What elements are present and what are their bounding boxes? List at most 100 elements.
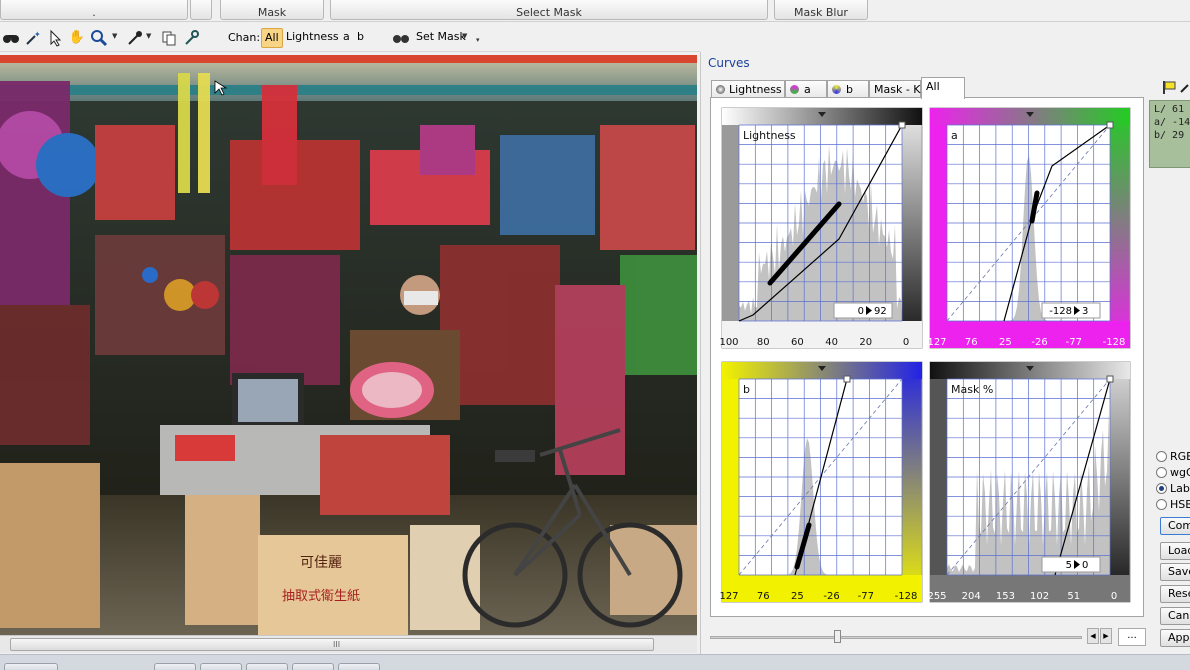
axis-tick-label: 127 bbox=[927, 337, 946, 348]
group-mask-label: Mask bbox=[257, 6, 287, 19]
curves-slider-knob[interactable] bbox=[834, 630, 841, 643]
io-input-value: 5 bbox=[1066, 560, 1072, 571]
load-button[interactable]: Load bbox=[1160, 542, 1190, 560]
taskbar bbox=[0, 654, 1190, 670]
readout-a: a/ -14 bbox=[1154, 117, 1190, 128]
chart-left-strip bbox=[930, 125, 947, 321]
axis-tick-label: 100 bbox=[719, 337, 738, 348]
taskbar-tab-2[interactable] bbox=[154, 663, 196, 670]
axis-tick-label: 40 bbox=[825, 337, 838, 348]
channel-lightness-button[interactable]: Lightness bbox=[283, 28, 342, 48]
axis-tick-label: 204 bbox=[962, 591, 981, 602]
readout-l: L/ 61 bbox=[1154, 104, 1185, 115]
chart-left-strip bbox=[930, 379, 947, 575]
channel-all-button[interactable]: All bbox=[261, 28, 283, 48]
group-select-mask-label: Select Mask bbox=[516, 6, 582, 19]
axis-tick-label: 51 bbox=[1067, 591, 1080, 602]
image-scroll-thumb[interactable]: III bbox=[10, 638, 654, 651]
curves-graphs[interactable]: Lightness 100 80 60 40 20 0 0 92 a 127 76 25 -26 -77 -1… bbox=[711, 98, 1145, 618]
radio-lab[interactable]: Lab bbox=[1156, 482, 1190, 497]
tab-a[interactable]: a bbox=[785, 80, 827, 98]
slider-value-box[interactable]: ... bbox=[1118, 628, 1146, 646]
taskbar-tab-4[interactable] bbox=[246, 663, 288, 670]
apply-button[interactable]: Apply bbox=[1160, 629, 1190, 647]
axis-tick-label: -77 bbox=[858, 591, 874, 602]
curve-endpoint bbox=[1106, 121, 1114, 129]
color-readout: L/ 61 a/ -14 b/ 29 bbox=[1149, 100, 1190, 168]
taskbar-tab-5[interactable] bbox=[292, 663, 334, 670]
wrench-tool-icon[interactable] bbox=[182, 29, 200, 47]
magic-wand-icon[interactable]: ✦ bbox=[24, 29, 42, 47]
axis-tick-label: -26 bbox=[1031, 337, 1047, 348]
group-mask-blur[interactable]: Mask Blur bbox=[774, 0, 868, 20]
image-canvas[interactable]: 抽取式衛生紙 可佳麗 bbox=[0, 55, 697, 635]
group-select-mask[interactable]: Select Mask bbox=[330, 0, 768, 20]
zoom-magnifier-icon[interactable] bbox=[90, 29, 108, 47]
tab-all[interactable]: All bbox=[921, 77, 965, 99]
radio-rgb[interactable]: RGB bbox=[1156, 450, 1190, 465]
comp-button[interactable]: Comp bbox=[1160, 517, 1190, 535]
curves-slider[interactable] bbox=[710, 630, 1082, 644]
axis-tick-label: -77 bbox=[1066, 337, 1082, 348]
axis-tick-label: 102 bbox=[1030, 591, 1049, 602]
copy-pages-icon[interactable] bbox=[160, 29, 178, 47]
image-horizontal-scrollbar[interactable]: III bbox=[0, 635, 697, 653]
flag-icon[interactable] bbox=[1162, 80, 1176, 94]
taskbar-tab-3[interactable] bbox=[200, 663, 242, 670]
group-first[interactable]: . bbox=[0, 0, 188, 20]
readout-b: b/ 29 bbox=[1154, 130, 1185, 141]
set-mask-dropdown-icon[interactable]: ▼ bbox=[462, 32, 470, 40]
reset-button[interactable]: Reset bbox=[1160, 585, 1190, 603]
tab-b[interactable]: b bbox=[827, 80, 869, 98]
curve-endpoint bbox=[898, 121, 906, 129]
axis-tick-label: 20 bbox=[859, 337, 872, 348]
channel-b-button[interactable]: b bbox=[354, 28, 367, 48]
arrow-pointer-icon[interactable] bbox=[46, 29, 64, 47]
axis-tick-label: 76 bbox=[757, 591, 770, 602]
hand-pan-icon[interactable]: ✋ bbox=[68, 29, 86, 47]
radio-wgg[interactable]: wgG bbox=[1156, 466, 1190, 481]
taskbar-tab-6[interactable] bbox=[338, 663, 380, 670]
axis-tick-label: 127 bbox=[719, 591, 738, 602]
axis-tick-label: 80 bbox=[757, 337, 770, 348]
radio-hsb[interactable]: HSB bbox=[1156, 498, 1190, 513]
curves-dialog: Curves Lightness a b Mask - K All Lightn… bbox=[700, 52, 1190, 654]
mask-binoculars-icon[interactable] bbox=[392, 29, 410, 47]
eyedropper-small-icon[interactable] bbox=[1179, 80, 1190, 94]
axis-tick-label: -128 bbox=[1103, 337, 1126, 348]
axis-tick-label: 76 bbox=[965, 337, 978, 348]
tab-mask-k[interactable]: Mask - K bbox=[869, 80, 921, 98]
tab-lightness[interactable]: Lightness bbox=[711, 80, 785, 98]
chart-left-strip bbox=[722, 379, 739, 575]
image-toolbar: ✦ ✋ ▼ ▼ Chan: All Lightness a b Set Mask… bbox=[0, 24, 700, 52]
chart-label: b bbox=[743, 383, 750, 396]
io-output-value: 3 bbox=[1082, 306, 1088, 317]
axis-tick-label: -26 bbox=[823, 591, 839, 602]
group-mask[interactable]: Mask bbox=[220, 0, 324, 20]
taskbar-tab-1[interactable] bbox=[4, 663, 58, 670]
binoculars-icon[interactable] bbox=[2, 29, 20, 47]
eyedropper-icon[interactable] bbox=[126, 29, 144, 47]
set-mask-button[interactable]: Set Mask bbox=[413, 28, 469, 48]
save-button[interactable]: Save bbox=[1160, 563, 1190, 581]
chart-left-strip bbox=[722, 125, 739, 321]
cancel-button[interactable]: Cancel bbox=[1160, 607, 1190, 625]
axis-tick-label: 153 bbox=[996, 591, 1015, 602]
app-window: . Mask Select Mask Mask Blur ✦ ✋ ▼ ▼ Cha… bbox=[0, 0, 1190, 670]
curve-chart-0: Lightness 100 80 60 40 20 0 0 92 bbox=[719, 107, 923, 349]
svg-text:可佳麗: 可佳麗 bbox=[300, 555, 342, 571]
axis-tick-label: 0 bbox=[1111, 591, 1117, 602]
curve-endpoint bbox=[843, 375, 851, 383]
zoom-dropdown-icon[interactable]: ▼ bbox=[112, 32, 120, 40]
curve-chart-3: Mask %255 204 153 102 51 05 0 bbox=[927, 361, 1131, 603]
group-first-tail[interactable] bbox=[190, 0, 212, 20]
curve-chart-2: b 127 76 25 -26 -77 -128 bbox=[719, 361, 923, 603]
slider-left-button[interactable]: ◀ bbox=[1087, 628, 1099, 644]
curve-chart-1: a 127 76 25 -26 -77 -128 -128 3 bbox=[927, 107, 1131, 349]
channel-a-button[interactable]: a bbox=[340, 28, 353, 48]
toolbar-overflow-icon[interactable]: ▾ bbox=[476, 36, 484, 44]
slider-right-button[interactable]: ▶ bbox=[1100, 628, 1112, 644]
svg-text:抽取式衛生紙: 抽取式衛生紙 bbox=[282, 589, 360, 604]
axis-tick-label: 25 bbox=[999, 337, 1012, 348]
eyedropper-dropdown-icon[interactable]: ▼ bbox=[146, 32, 154, 40]
